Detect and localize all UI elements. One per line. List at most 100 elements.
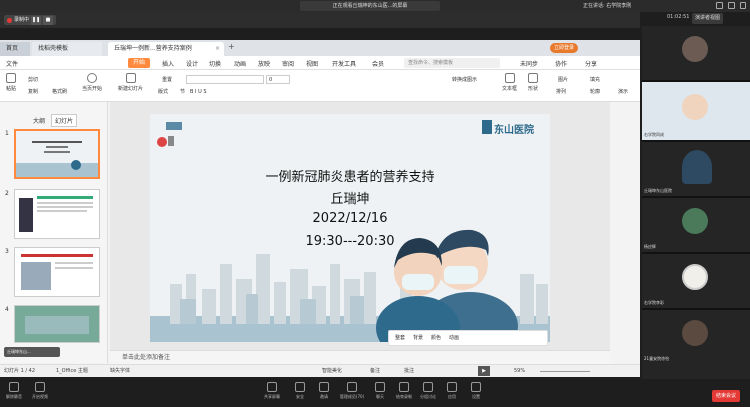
font-select[interactable] — [186, 75, 264, 84]
format-painter-button[interactable]: 格式刷 — [52, 88, 67, 95]
manage-members-button[interactable]: 管理成员(70) — [338, 382, 366, 400]
section-button[interactable]: 节 — [180, 88, 185, 95]
copy-button[interactable]: 复制 — [28, 88, 38, 95]
minimize-icon[interactable] — [716, 2, 723, 9]
slide-title: 一例新冠肺炎患者的营养支持 — [265, 170, 435, 185]
new-tab-icon[interactable]: + — [228, 42, 235, 51]
tab-slides[interactable]: 幻灯片 — [51, 114, 78, 127]
participant-video[interactable] — [642, 364, 750, 379]
menu-animation[interactable]: 动画 — [234, 59, 246, 68]
menu-insert[interactable]: 插入 — [162, 59, 174, 68]
font-size-select[interactable]: 0 — [266, 75, 290, 84]
command-search-input[interactable]: 查找命令、搜索模板 — [404, 58, 500, 68]
participant-video[interactable]: 右学院李彩 — [642, 254, 750, 308]
cut-button[interactable]: 剪切 — [28, 76, 38, 83]
end-meeting-button[interactable]: 结束会议 — [712, 390, 741, 402]
close-icon[interactable] — [740, 2, 746, 9]
slide-thumbnail[interactable] — [14, 129, 100, 179]
maximize-icon[interactable] — [728, 2, 735, 9]
unmute-button[interactable]: 解除静音 — [4, 382, 24, 400]
breakout-button[interactable]: 分组讨论 — [418, 382, 438, 400]
menu-slideshow[interactable]: 放映 — [258, 59, 270, 68]
reset-button[interactable]: 重置 — [162, 76, 172, 83]
zoom-level[interactable]: 59% — [514, 365, 525, 377]
share-button[interactable]: 分享 — [585, 59, 597, 68]
participant-avatar — [682, 264, 708, 290]
participant-video[interactable]: 丘瑞坤东山医院 — [642, 142, 750, 196]
slide-thumbnail[interactable] — [14, 247, 100, 297]
chat-button[interactable]: 聊天 — [370, 382, 390, 400]
textbox-button[interactable]: 文本框 — [502, 73, 517, 92]
notes-toggle[interactable]: 备注 — [370, 365, 380, 377]
paste-button[interactable]: 粘贴 — [6, 73, 16, 92]
slide-number: 1 — [5, 130, 9, 137]
view-toggle-button[interactable]: 演讲者视图 — [692, 13, 724, 24]
sync-status[interactable]: 未同步 — [520, 59, 538, 68]
smart-beautify-button[interactable]: 智能美化 — [322, 365, 342, 377]
present-button[interactable]: 演示 — [618, 88, 628, 95]
invite-button[interactable]: 邀请 — [314, 382, 334, 400]
participant-avatar — [682, 150, 712, 184]
breakout-label: 分组讨论 — [420, 394, 436, 399]
play-from-current-button[interactable]: 当页开始 — [82, 73, 102, 92]
presenter-tag: 丘瑞坤东山... — [4, 347, 60, 357]
menu-developer[interactable]: 开发工具 — [332, 59, 356, 68]
comment-toggle[interactable]: 批注 — [404, 365, 414, 377]
convert-diagram-button[interactable]: 转换成图示 — [452, 76, 477, 83]
participant-video[interactable]: 21童安院徐怡 — [642, 310, 750, 364]
quick-background[interactable]: 背景 — [413, 331, 423, 345]
stop-record-button[interactable]: ■ — [43, 15, 54, 25]
apps-button[interactable]: 应用 — [442, 382, 462, 400]
menu-view[interactable]: 视图 — [306, 59, 318, 68]
login-button[interactable]: 立即登录 — [550, 43, 579, 53]
invite-label: 邀请 — [320, 394, 328, 399]
shape-button[interactable]: 形状 — [528, 73, 538, 92]
arrange-button[interactable]: 排列 — [556, 88, 566, 95]
quick-animation[interactable]: 动画 — [449, 331, 459, 345]
menu-design[interactable]: 设计 — [186, 59, 198, 68]
participant-video[interactable]: 杨应辉 — [642, 198, 750, 252]
security-button[interactable]: 安全 — [290, 382, 310, 400]
layout-button[interactable]: 版式 — [158, 88, 168, 95]
collaborate-button[interactable]: 协作 — [555, 59, 567, 68]
menu-member[interactable]: 会员 — [372, 59, 384, 68]
shape-label: 形状 — [528, 86, 539, 92]
record-icon — [399, 382, 409, 392]
share-screen-button[interactable]: 共享屏幕 — [262, 382, 282, 400]
participant-video[interactable] — [642, 26, 750, 80]
pause-record-button[interactable]: ❚❚ — [31, 15, 42, 25]
participant-name: 21童安院徐怡 — [644, 356, 670, 361]
play-slideshow-icon[interactable]: ▶ — [478, 366, 490, 376]
menu-review[interactable]: 审阅 — [282, 59, 294, 68]
outline-button[interactable]: 轮廓 — [590, 88, 600, 95]
participant-video-active[interactable]: 右学院同成 — [642, 82, 750, 140]
close-tab-icon[interactable]: × — [215, 42, 220, 56]
slide-thumbnail[interactable] — [14, 305, 100, 343]
zoom-slider[interactable] — [540, 371, 590, 372]
tab-outline[interactable]: 大纲 — [30, 115, 48, 126]
menu-file[interactable]: 文件 — [6, 59, 18, 68]
menu-home[interactable]: 开始 — [128, 58, 151, 68]
shape-icon — [528, 73, 538, 83]
chat-icon — [375, 382, 385, 392]
new-slide-button[interactable]: 新建幻灯片 — [118, 73, 143, 92]
font-style-buttons[interactable]: B I U S — [190, 89, 207, 95]
menu-transition[interactable]: 切换 — [209, 59, 221, 68]
recording-label: 录制中 — [14, 17, 30, 23]
current-slide[interactable]: 东山医院 一例新冠肺炎患者的营养支持 丘瑞坤 2022/12/16 19:30-… — [150, 114, 550, 342]
members-icon — [347, 382, 357, 392]
quick-full-set[interactable]: 整套 — [395, 331, 405, 345]
notes-area[interactable]: 单击此处添加备注 — [110, 350, 610, 364]
stop-recording-button[interactable]: 结束录制 — [394, 382, 414, 400]
picture-button[interactable]: 图片 — [558, 76, 568, 83]
missing-font-button[interactable]: 缺失字体 — [110, 365, 130, 377]
quick-color[interactable]: 颜色 — [431, 331, 441, 345]
chat-label: 聊天 — [376, 394, 384, 399]
tab-document[interactable]: 丘瑞坤一例新...营养支持案例 × — [108, 42, 224, 56]
start-video-button[interactable]: 开启视频 — [30, 382, 50, 400]
fill-button[interactable]: 填充 — [590, 76, 600, 83]
settings-button[interactable]: 设置 — [466, 382, 486, 400]
slide-thumbnail[interactable] — [14, 189, 100, 239]
tab-home[interactable]: 首页 — [0, 42, 30, 56]
tab-template[interactable]: 找稻壳模板 — [32, 42, 102, 56]
